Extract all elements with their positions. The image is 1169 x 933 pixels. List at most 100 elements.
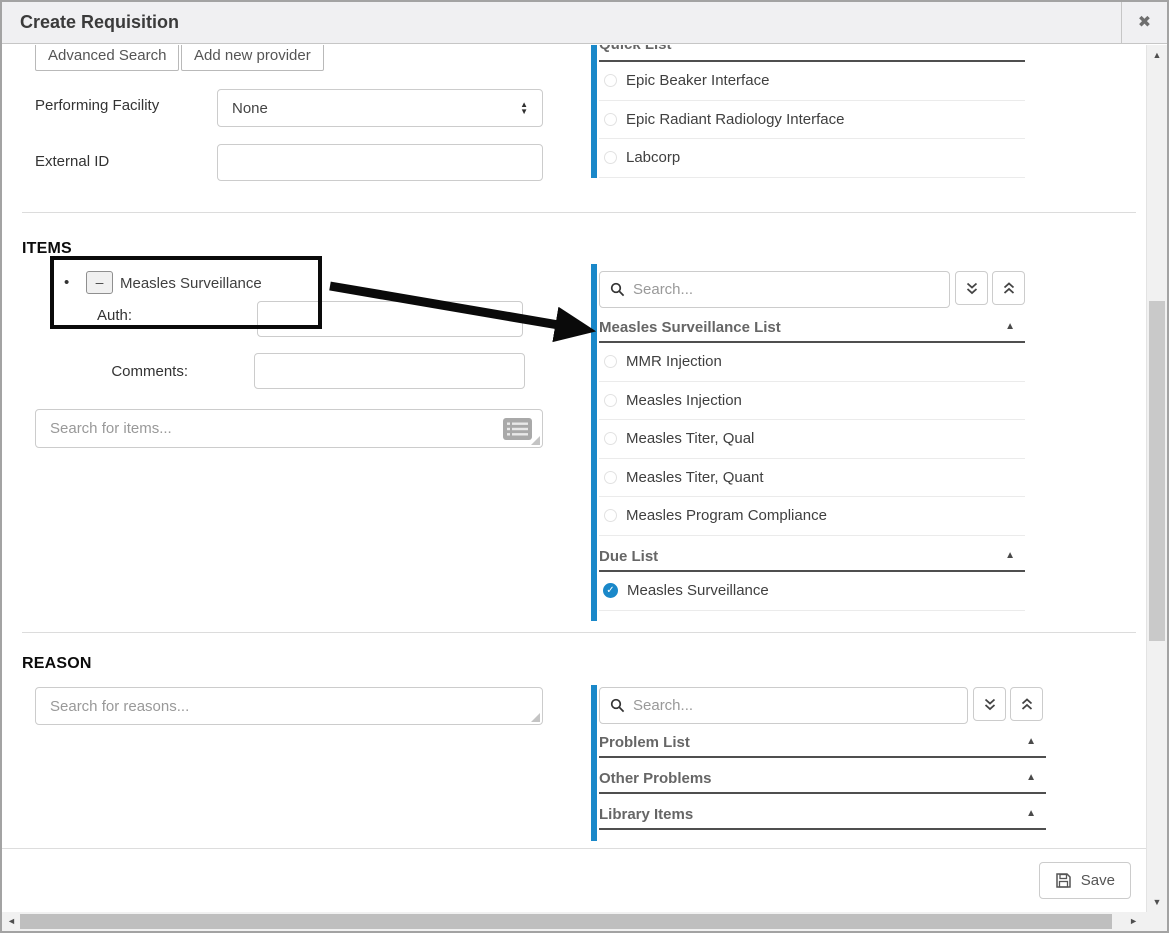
collapse-all-button[interactable] bbox=[992, 271, 1025, 305]
list-item[interactable]: Measles Program Compliance bbox=[599, 497, 1025, 536]
performing-facility-value: None bbox=[232, 100, 268, 117]
add-new-provider-button[interactable]: Add new provider bbox=[181, 45, 324, 71]
quick-list-accent-bar bbox=[591, 45, 597, 178]
reason-panel-search-input[interactable] bbox=[633, 697, 957, 714]
search-for-reasons-input[interactable] bbox=[36, 688, 542, 724]
radio-icon bbox=[604, 355, 617, 368]
list-item[interactable]: Epic Radiant Radiology Interface bbox=[599, 101, 1025, 140]
list-item-label: Measles Injection bbox=[626, 392, 742, 409]
list-item-label: Epic Radiant Radiology Interface bbox=[626, 111, 844, 128]
expand-all-button[interactable] bbox=[955, 271, 988, 305]
dialog-footer: Save bbox=[2, 848, 1146, 912]
close-icon[interactable]: ✖ bbox=[1121, 2, 1167, 44]
select-arrows-icon: ▲▼ bbox=[520, 101, 528, 115]
collapse-arrow-icon[interactable]: ▲ bbox=[1026, 808, 1036, 819]
remove-item-button[interactable]: – bbox=[86, 271, 113, 294]
quick-list-header: Quick List bbox=[599, 45, 1025, 62]
quick-list: Epic Beaker Interface Epic Radiant Radio… bbox=[599, 62, 1025, 178]
group-header-library-items: Library Items ▲ bbox=[599, 806, 1046, 830]
list-item-label: Epic Beaker Interface bbox=[626, 72, 769, 89]
reason-panel-search bbox=[599, 687, 968, 724]
scroll-down-icon[interactable]: ▼ bbox=[1147, 897, 1167, 907]
section-divider bbox=[22, 632, 1136, 633]
group-header-measles-surveillance-list: Measles Surveillance List ▲ bbox=[599, 319, 1025, 343]
reason-panel-accent-bar bbox=[591, 685, 597, 841]
create-requisition-dialog: Create Requisition ✖ Advanced Search Add… bbox=[0, 0, 1169, 933]
performing-facility-select[interactable]: None ▲▼ bbox=[217, 89, 543, 127]
collapse-arrow-icon[interactable]: ▲ bbox=[1026, 736, 1036, 747]
items-panel-search-input[interactable] bbox=[633, 281, 939, 298]
double-chevron-down-icon bbox=[965, 281, 979, 296]
items-panel-accent-bar bbox=[591, 264, 597, 621]
group-header-due-list: Due List ▲ bbox=[599, 548, 1025, 572]
radio-icon bbox=[604, 394, 617, 407]
list-item-label: Measles Surveillance bbox=[627, 582, 769, 599]
search-icon bbox=[610, 698, 625, 713]
measles-surveillance-list: MMR Injection Measles Injection Measles … bbox=[599, 343, 1025, 536]
horizontal-scrollbar[interactable]: ◄ ► bbox=[2, 912, 1146, 931]
list-item-label: MMR Injection bbox=[626, 353, 722, 370]
dialog-title: Create Requisition bbox=[20, 12, 179, 33]
double-chevron-down-icon bbox=[983, 697, 997, 712]
expand-all-button[interactable] bbox=[973, 687, 1006, 721]
list-item-label: Labcorp bbox=[626, 149, 680, 166]
list-item[interactable]: Epic Beaker Interface bbox=[599, 62, 1025, 101]
auth-input[interactable] bbox=[257, 301, 523, 337]
items-section-header: ITEMS bbox=[22, 240, 72, 258]
save-button[interactable]: Save bbox=[1039, 862, 1131, 899]
comments-input[interactable] bbox=[254, 353, 525, 389]
radio-icon bbox=[604, 113, 617, 126]
radio-icon bbox=[604, 74, 617, 87]
list-item[interactable]: Measles Injection bbox=[599, 382, 1025, 421]
collapse-arrow-icon[interactable]: ▲ bbox=[1005, 321, 1015, 332]
radio-icon bbox=[604, 471, 617, 484]
horizontal-scrollbar-thumb[interactable] bbox=[20, 914, 1112, 929]
item-list-icon[interactable] bbox=[502, 417, 533, 441]
advanced-search-button[interactable]: Advanced Search bbox=[35, 45, 179, 71]
list-item[interactable]: MMR Injection bbox=[599, 343, 1025, 382]
list-item[interactable]: Measles Titer, Quant bbox=[599, 459, 1025, 498]
radio-icon bbox=[604, 432, 617, 445]
vertical-scrollbar[interactable]: ▲ ▼ bbox=[1146, 45, 1167, 912]
scrollbar-corner bbox=[1146, 912, 1167, 931]
double-chevron-up-icon bbox=[1002, 281, 1016, 296]
checked-icon: ✓ bbox=[603, 583, 618, 598]
bullet-icon: • bbox=[64, 274, 69, 291]
radio-icon bbox=[604, 151, 617, 164]
save-disk-icon bbox=[1055, 872, 1072, 889]
items-panel-search bbox=[599, 271, 950, 308]
resize-grip-icon[interactable] bbox=[531, 436, 540, 445]
resize-grip-icon[interactable] bbox=[531, 713, 540, 722]
radio-icon bbox=[604, 509, 617, 522]
list-item[interactable]: Labcorp bbox=[599, 139, 1025, 178]
external-id-label: External ID bbox=[35, 153, 109, 170]
save-button-label: Save bbox=[1081, 872, 1115, 889]
scroll-left-icon[interactable]: ◄ bbox=[7, 912, 16, 931]
list-item-label: Measles Titer, Qual bbox=[626, 430, 754, 447]
search-icon bbox=[610, 282, 625, 297]
scroll-up-icon[interactable]: ▲ bbox=[1147, 50, 1167, 60]
collapse-arrow-icon[interactable]: ▲ bbox=[1005, 550, 1015, 561]
selected-item-label: Measles Surveillance bbox=[120, 275, 262, 292]
search-for-items-input[interactable] bbox=[36, 410, 542, 447]
group-header-problem-list: Problem List ▲ bbox=[599, 734, 1046, 758]
scroll-right-icon[interactable]: ► bbox=[1129, 912, 1138, 931]
due-list: ✓ Measles Surveillance bbox=[599, 572, 1025, 611]
collapse-arrow-icon[interactable]: ▲ bbox=[1026, 772, 1036, 783]
auth-label: Auth: bbox=[97, 307, 132, 324]
external-id-input[interactable] bbox=[217, 144, 543, 181]
list-item-selected[interactable]: ✓ Measles Surveillance bbox=[599, 572, 1025, 611]
performing-facility-label: Performing Facility bbox=[35, 97, 159, 114]
collapse-all-button[interactable] bbox=[1010, 687, 1043, 721]
list-item-label: Measles Program Compliance bbox=[626, 507, 827, 524]
dialog-titlebar: Create Requisition ✖ bbox=[2, 2, 1167, 44]
list-item[interactable]: Measles Titer, Qual bbox=[599, 420, 1025, 459]
dialog-content: Advanced Search Add new provider Perform… bbox=[2, 45, 1146, 912]
reason-search-area bbox=[35, 687, 543, 725]
group-header-other-problems: Other Problems ▲ bbox=[599, 770, 1046, 794]
items-search-area bbox=[35, 409, 543, 448]
comments-label: Comments: bbox=[35, 363, 188, 380]
vertical-scrollbar-thumb[interactable] bbox=[1149, 301, 1165, 641]
list-item-label: Measles Titer, Quant bbox=[626, 469, 764, 486]
double-chevron-up-icon bbox=[1020, 697, 1034, 712]
